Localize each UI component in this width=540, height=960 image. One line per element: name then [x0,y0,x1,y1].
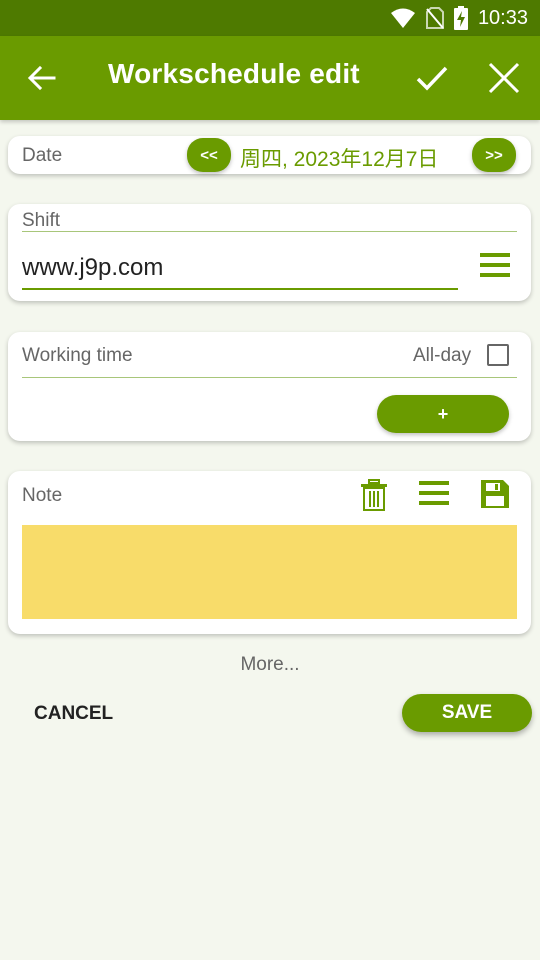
shift-card: Shift www.j9p.com [8,204,531,301]
date-card: Date << 周四, 2023年12月7日 >> [8,136,531,174]
close-icon[interactable] [484,58,524,98]
app-bar: Workschedule edit [0,36,540,120]
note-label: Note [22,485,63,506]
shift-input[interactable]: www.j9p.com [22,254,458,282]
working-time-card: Working time All-day + [8,332,531,441]
status-bar: 10:33 [0,0,540,36]
shift-label: Shift [22,210,61,231]
battery-charging-icon [453,6,468,30]
save-button[interactable]: SAVE [402,694,532,732]
note-card: Note [8,471,531,634]
back-arrow-icon[interactable] [24,60,60,96]
note-list-menu-icon[interactable] [419,481,449,507]
shift-input-underline [22,288,458,290]
date-value[interactable]: 周四, 2023年12月7日 [240,143,438,173]
page-title: Workschedule edit [108,58,360,89]
date-label: Date [22,145,63,166]
allday-label: All-day [413,345,472,366]
no-sim-icon [425,7,444,29]
status-time: 10:33 [477,6,528,29]
note-text-area[interactable] [22,525,517,619]
wifi-icon [390,7,416,29]
add-working-time-button[interactable]: + [377,395,509,433]
working-time-label: Working time [22,345,133,366]
working-time-divider [22,377,517,378]
save-disk-icon[interactable] [480,479,510,509]
allday-checkbox[interactable] [487,344,509,366]
trash-icon[interactable] [361,479,387,511]
shift-list-menu-icon[interactable] [480,253,510,279]
previous-date-button[interactable]: << [187,138,231,172]
next-date-button[interactable]: >> [472,138,516,172]
cancel-button[interactable]: CANCEL [34,703,113,725]
shift-label-divider [22,231,517,232]
more-link[interactable]: More... [0,654,540,676]
confirm-check-icon[interactable] [412,58,452,98]
